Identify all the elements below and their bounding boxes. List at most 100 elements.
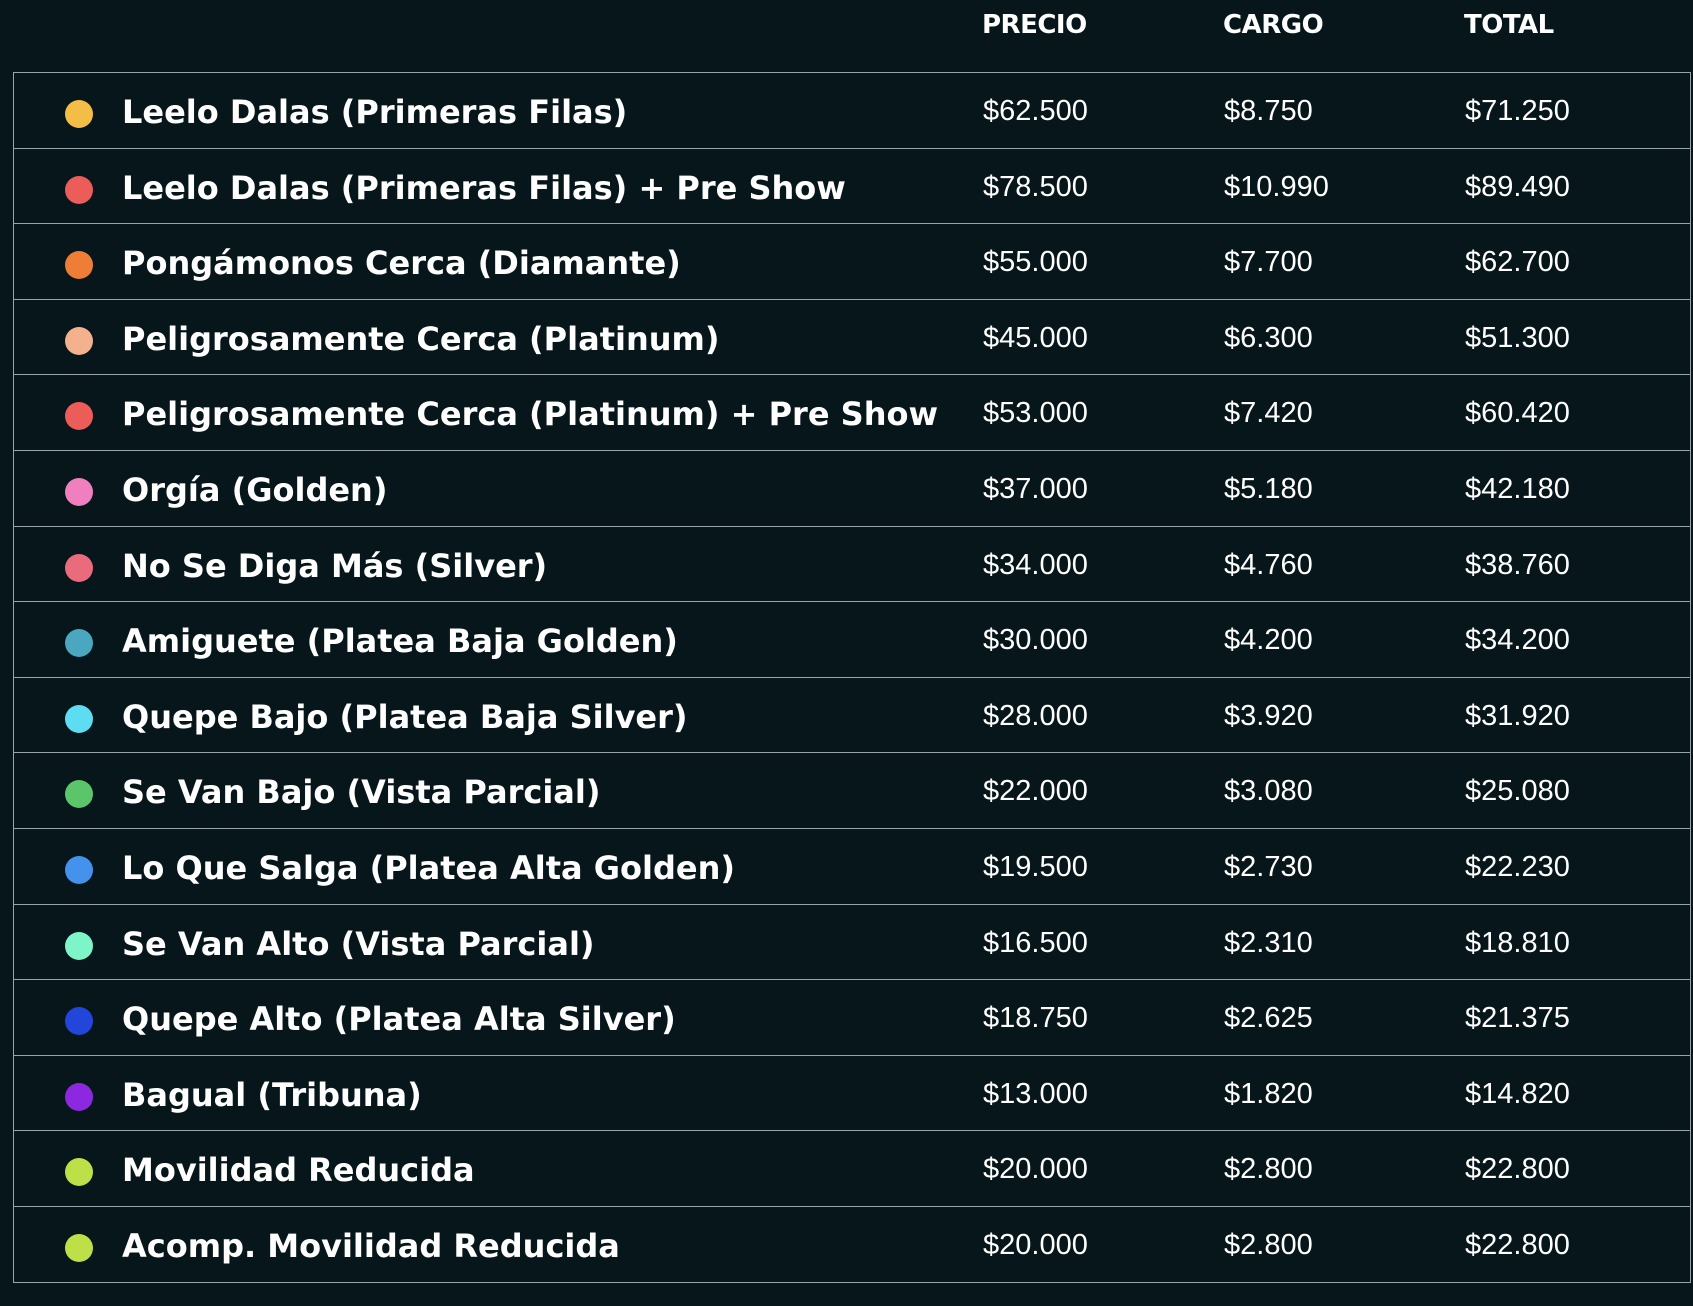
charge-value: $8.750: [1224, 95, 1313, 127]
price-value: $30.000: [983, 624, 1088, 657]
table-row: Orgía (Golden) $37.000 $5.180 $42.180: [13, 450, 1691, 527]
total-value: $62.700: [1465, 246, 1570, 279]
price-value: $53.000: [983, 397, 1088, 430]
price-value: $34.000: [983, 548, 1088, 581]
table-header: PRECIO CARGO TOTAL: [0, 0, 1693, 72]
table-row: Movilidad Reducida $20.000 $2.800 $22.800: [13, 1131, 1691, 1207]
ticket-name: Se Van Alto (Vista Parcial): [122, 924, 595, 963]
header-cargo: CARGO: [1223, 10, 1324, 40]
color-dot-icon: [65, 175, 93, 204]
total-value: $21.375: [1465, 1002, 1570, 1035]
total-value: $18.810: [1465, 926, 1570, 959]
color-dot-icon: [65, 1007, 93, 1036]
price-value: $28.000: [983, 699, 1088, 732]
ticket-name: Acomp. Movilidad Reducida: [122, 1226, 620, 1265]
price-value: $22.000: [983, 775, 1088, 808]
ticket-name: Leelo Dalas (Primeras Filas) + Pre Show: [122, 168, 846, 207]
total-value: $22.230: [1465, 850, 1570, 883]
color-dot-icon: [65, 100, 93, 128]
color-dot-icon: [65, 251, 93, 280]
table-row: Lo Que Salga (Platea Alta Golden) $19.500…: [13, 828, 1691, 905]
charge-value: $4.200: [1224, 624, 1313, 657]
price-value: $20.000: [983, 1228, 1088, 1261]
total-value: $31.920: [1465, 699, 1570, 732]
total-value: $14.820: [1465, 1077, 1570, 1110]
charge-value: $7.700: [1224, 246, 1313, 279]
color-dot-icon: [65, 629, 93, 658]
total-value: $60.420: [1465, 397, 1570, 430]
total-value: $51.300: [1465, 321, 1570, 354]
total-value: $22.800: [1465, 1228, 1570, 1261]
ticket-name: Peligrosamente Cerca (Platinum): [122, 319, 720, 358]
ticket-name: Lo Que Salga (Platea Alta Golden): [122, 848, 735, 887]
charge-value: $6.300: [1224, 321, 1313, 354]
color-dot-icon: [65, 704, 93, 733]
ticket-name: Orgía (Golden): [122, 470, 388, 509]
ticket-name: Amiguete (Platea Baja Golden): [122, 622, 678, 661]
table-row: Quepe Bajo (Platea Baja Silver) $28.000 $3…: [13, 677, 1691, 754]
ticket-name: Pongámonos Cerca (Diamante): [122, 244, 681, 283]
charge-value: $2.800: [1224, 1228, 1313, 1261]
total-value: $89.490: [1465, 170, 1570, 203]
charge-value: $3.080: [1224, 775, 1313, 808]
color-dot-icon: [65, 553, 93, 582]
table-row: Acomp. Movilidad Reducida $20.000 $2.800 $2…: [13, 1206, 1691, 1283]
ticket-name: No Se Diga Más (Silver): [122, 546, 548, 585]
color-dot-icon: [65, 780, 93, 809]
total-value: $25.080: [1465, 775, 1570, 808]
ticket-name: Peligrosamente Cerca (Platinum) + Pre Sh…: [122, 395, 939, 434]
price-value: $78.500: [983, 170, 1088, 203]
table-row: Peligrosamente Cerca (Platinum) $45.000 $6…: [13, 299, 1691, 376]
price-value: $55.000: [983, 246, 1088, 279]
charge-value: $1.820: [1224, 1077, 1313, 1110]
price-value: $13.000: [983, 1077, 1088, 1110]
price-value: $19.500: [983, 850, 1088, 883]
color-dot-icon: [65, 402, 93, 431]
price-table: Leelo Dalas (Primeras Filas) $62.500 $8.75…: [13, 72, 1691, 1283]
color-dot-icon: [65, 477, 93, 506]
table-row: No Se Diga Más (Silver) $34.000 $4.760 $38.…: [13, 526, 1691, 603]
color-dot-icon: [65, 855, 93, 884]
ticket-name: Quepe Alto (Platea Alta Silver): [122, 1000, 676, 1039]
color-dot-icon: [65, 326, 93, 355]
table-row: Peligrosamente Cerca (Platinum) + Pre Sh…: [13, 375, 1691, 451]
charge-value: $2.730: [1224, 850, 1313, 883]
color-dot-icon: [65, 1233, 93, 1262]
total-value: $34.200: [1465, 624, 1570, 657]
ticket-name: Bagual (Tribuna): [122, 1075, 422, 1114]
charge-value: $7.420: [1224, 397, 1313, 430]
price-value: $20.000: [983, 1153, 1088, 1186]
ticket-name: Leelo Dalas (Primeras Filas): [122, 93, 628, 131]
charge-value: $10.990: [1224, 170, 1329, 203]
table-row: Leelo Dalas (Primeras Filas) $62.500 $8.75…: [13, 73, 1691, 149]
price-value: $18.750: [983, 1002, 1088, 1035]
charge-value: $2.800: [1224, 1153, 1313, 1186]
price-value: $62.500: [983, 95, 1088, 127]
price-value: $16.500: [983, 926, 1088, 959]
charge-value: $3.920: [1224, 699, 1313, 732]
header-total: TOTAL: [1464, 10, 1554, 40]
table-row: Quepe Alto (Platea Alta Silver) $18.750 $2…: [13, 980, 1691, 1056]
total-value: $42.180: [1465, 472, 1570, 505]
total-value: $22.800: [1465, 1153, 1570, 1186]
charge-value: $5.180: [1224, 472, 1313, 505]
charge-value: $2.625: [1224, 1002, 1313, 1035]
table-row: Pongámonos Cerca (Diamante) $55.000 $7.700…: [13, 224, 1691, 300]
color-dot-icon: [65, 931, 93, 960]
price-value: $45.000: [983, 321, 1088, 354]
table-row: Se Van Bajo (Vista Parcial) $22.000 $3.080…: [13, 753, 1691, 829]
total-value: $71.250: [1465, 95, 1570, 127]
table-row: Leelo Dalas (Primeras Filas) + Pre Show $…: [13, 148, 1691, 225]
charge-value: $4.760: [1224, 548, 1313, 581]
header-precio: PRECIO: [982, 10, 1087, 40]
color-dot-icon: [65, 1082, 93, 1111]
total-value: $38.760: [1465, 548, 1570, 581]
charge-value: $2.310: [1224, 926, 1313, 959]
ticket-name: Se Van Bajo (Vista Parcial): [122, 773, 601, 812]
color-dot-icon: [65, 1158, 93, 1187]
table-row: Se Van Alto (Vista Parcial) $16.500 $2.310…: [13, 904, 1691, 981]
ticket-name: Quepe Bajo (Platea Baja Silver): [122, 697, 688, 736]
table-row: Bagual (Tribuna) $13.000 $1.820 $14.820: [13, 1055, 1691, 1132]
price-value: $37.000: [983, 472, 1088, 505]
ticket-name: Movilidad Reducida: [122, 1151, 475, 1190]
